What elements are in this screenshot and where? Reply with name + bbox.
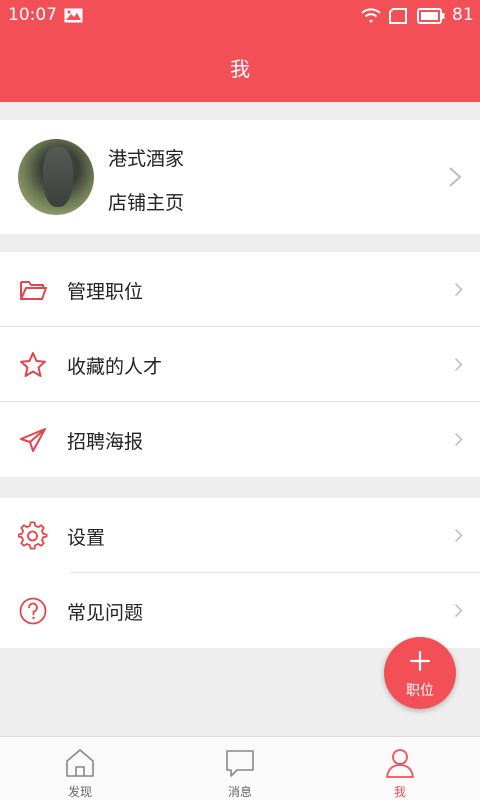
menu-group-jobs: 管理职位 收藏的人才 招聘海报 xyxy=(0,252,480,477)
menu-label: 招聘海报 xyxy=(67,431,144,453)
nav-label: 消息 xyxy=(227,785,252,799)
chevron-right-icon xyxy=(454,603,463,618)
nav-item-me[interactable]: 我 xyxy=(320,737,480,800)
menu-label: 收藏的人才 xyxy=(67,356,163,378)
chevron-right-icon xyxy=(449,167,462,187)
avatar-photo xyxy=(43,147,73,207)
battery-icon xyxy=(417,8,445,24)
image-notification-icon xyxy=(64,8,83,23)
menu-item-settings[interactable]: 设置 xyxy=(0,498,480,573)
gear-icon xyxy=(18,521,48,550)
menu-label: 设置 xyxy=(67,527,106,549)
nav-label: 我 xyxy=(393,785,406,799)
question-icon xyxy=(19,597,47,625)
folder-icon xyxy=(20,281,47,300)
profile-card[interactable]: 港式酒家 店铺主页 xyxy=(0,120,480,234)
nav-label: 发现 xyxy=(67,785,92,799)
home-icon xyxy=(66,749,94,777)
status-bar: 10:07 81 xyxy=(0,0,480,32)
menu-item-saved-talent[interactable]: 收藏的人才 xyxy=(0,327,480,402)
page-title: 我 xyxy=(230,57,250,81)
menu-item-faq[interactable]: 常见问题 xyxy=(0,573,480,648)
person-icon xyxy=(386,749,414,778)
paper-plane-icon xyxy=(20,428,46,452)
chevron-right-icon xyxy=(454,432,463,447)
nav-item-messages[interactable]: 消息 xyxy=(160,737,320,800)
menu-label: 管理职位 xyxy=(67,281,144,303)
bottom-nav: 发现 消息 我 xyxy=(0,736,480,800)
app-header: 我 xyxy=(0,32,480,102)
menu-label: 常见问题 xyxy=(67,602,144,624)
star-icon xyxy=(20,352,46,377)
chevron-right-icon xyxy=(454,528,463,543)
menu-item-manage-jobs[interactable]: 管理职位 xyxy=(0,252,480,327)
plus-icon xyxy=(410,651,430,671)
menu-item-recruit-poster[interactable]: 招聘海报 xyxy=(0,402,480,477)
message-icon xyxy=(226,750,254,777)
menu-group-settings: 设置 常见问题 xyxy=(0,498,480,648)
shop-home-link[interactable]: 店铺主页 xyxy=(108,188,184,215)
status-time: 10:07 xyxy=(8,5,57,25)
avatar[interactable] xyxy=(18,139,94,215)
chevron-right-icon xyxy=(454,282,463,297)
sim-icon xyxy=(389,8,407,24)
post-job-fab[interactable]: 职位 xyxy=(384,637,456,709)
chevron-right-icon xyxy=(454,357,463,372)
wifi-icon xyxy=(361,8,381,23)
battery-level: 81 xyxy=(452,5,474,25)
nav-item-discover[interactable]: 发现 xyxy=(0,737,160,800)
fab-label: 职位 xyxy=(406,683,434,699)
shop-name: 港式酒家 xyxy=(108,148,185,170)
